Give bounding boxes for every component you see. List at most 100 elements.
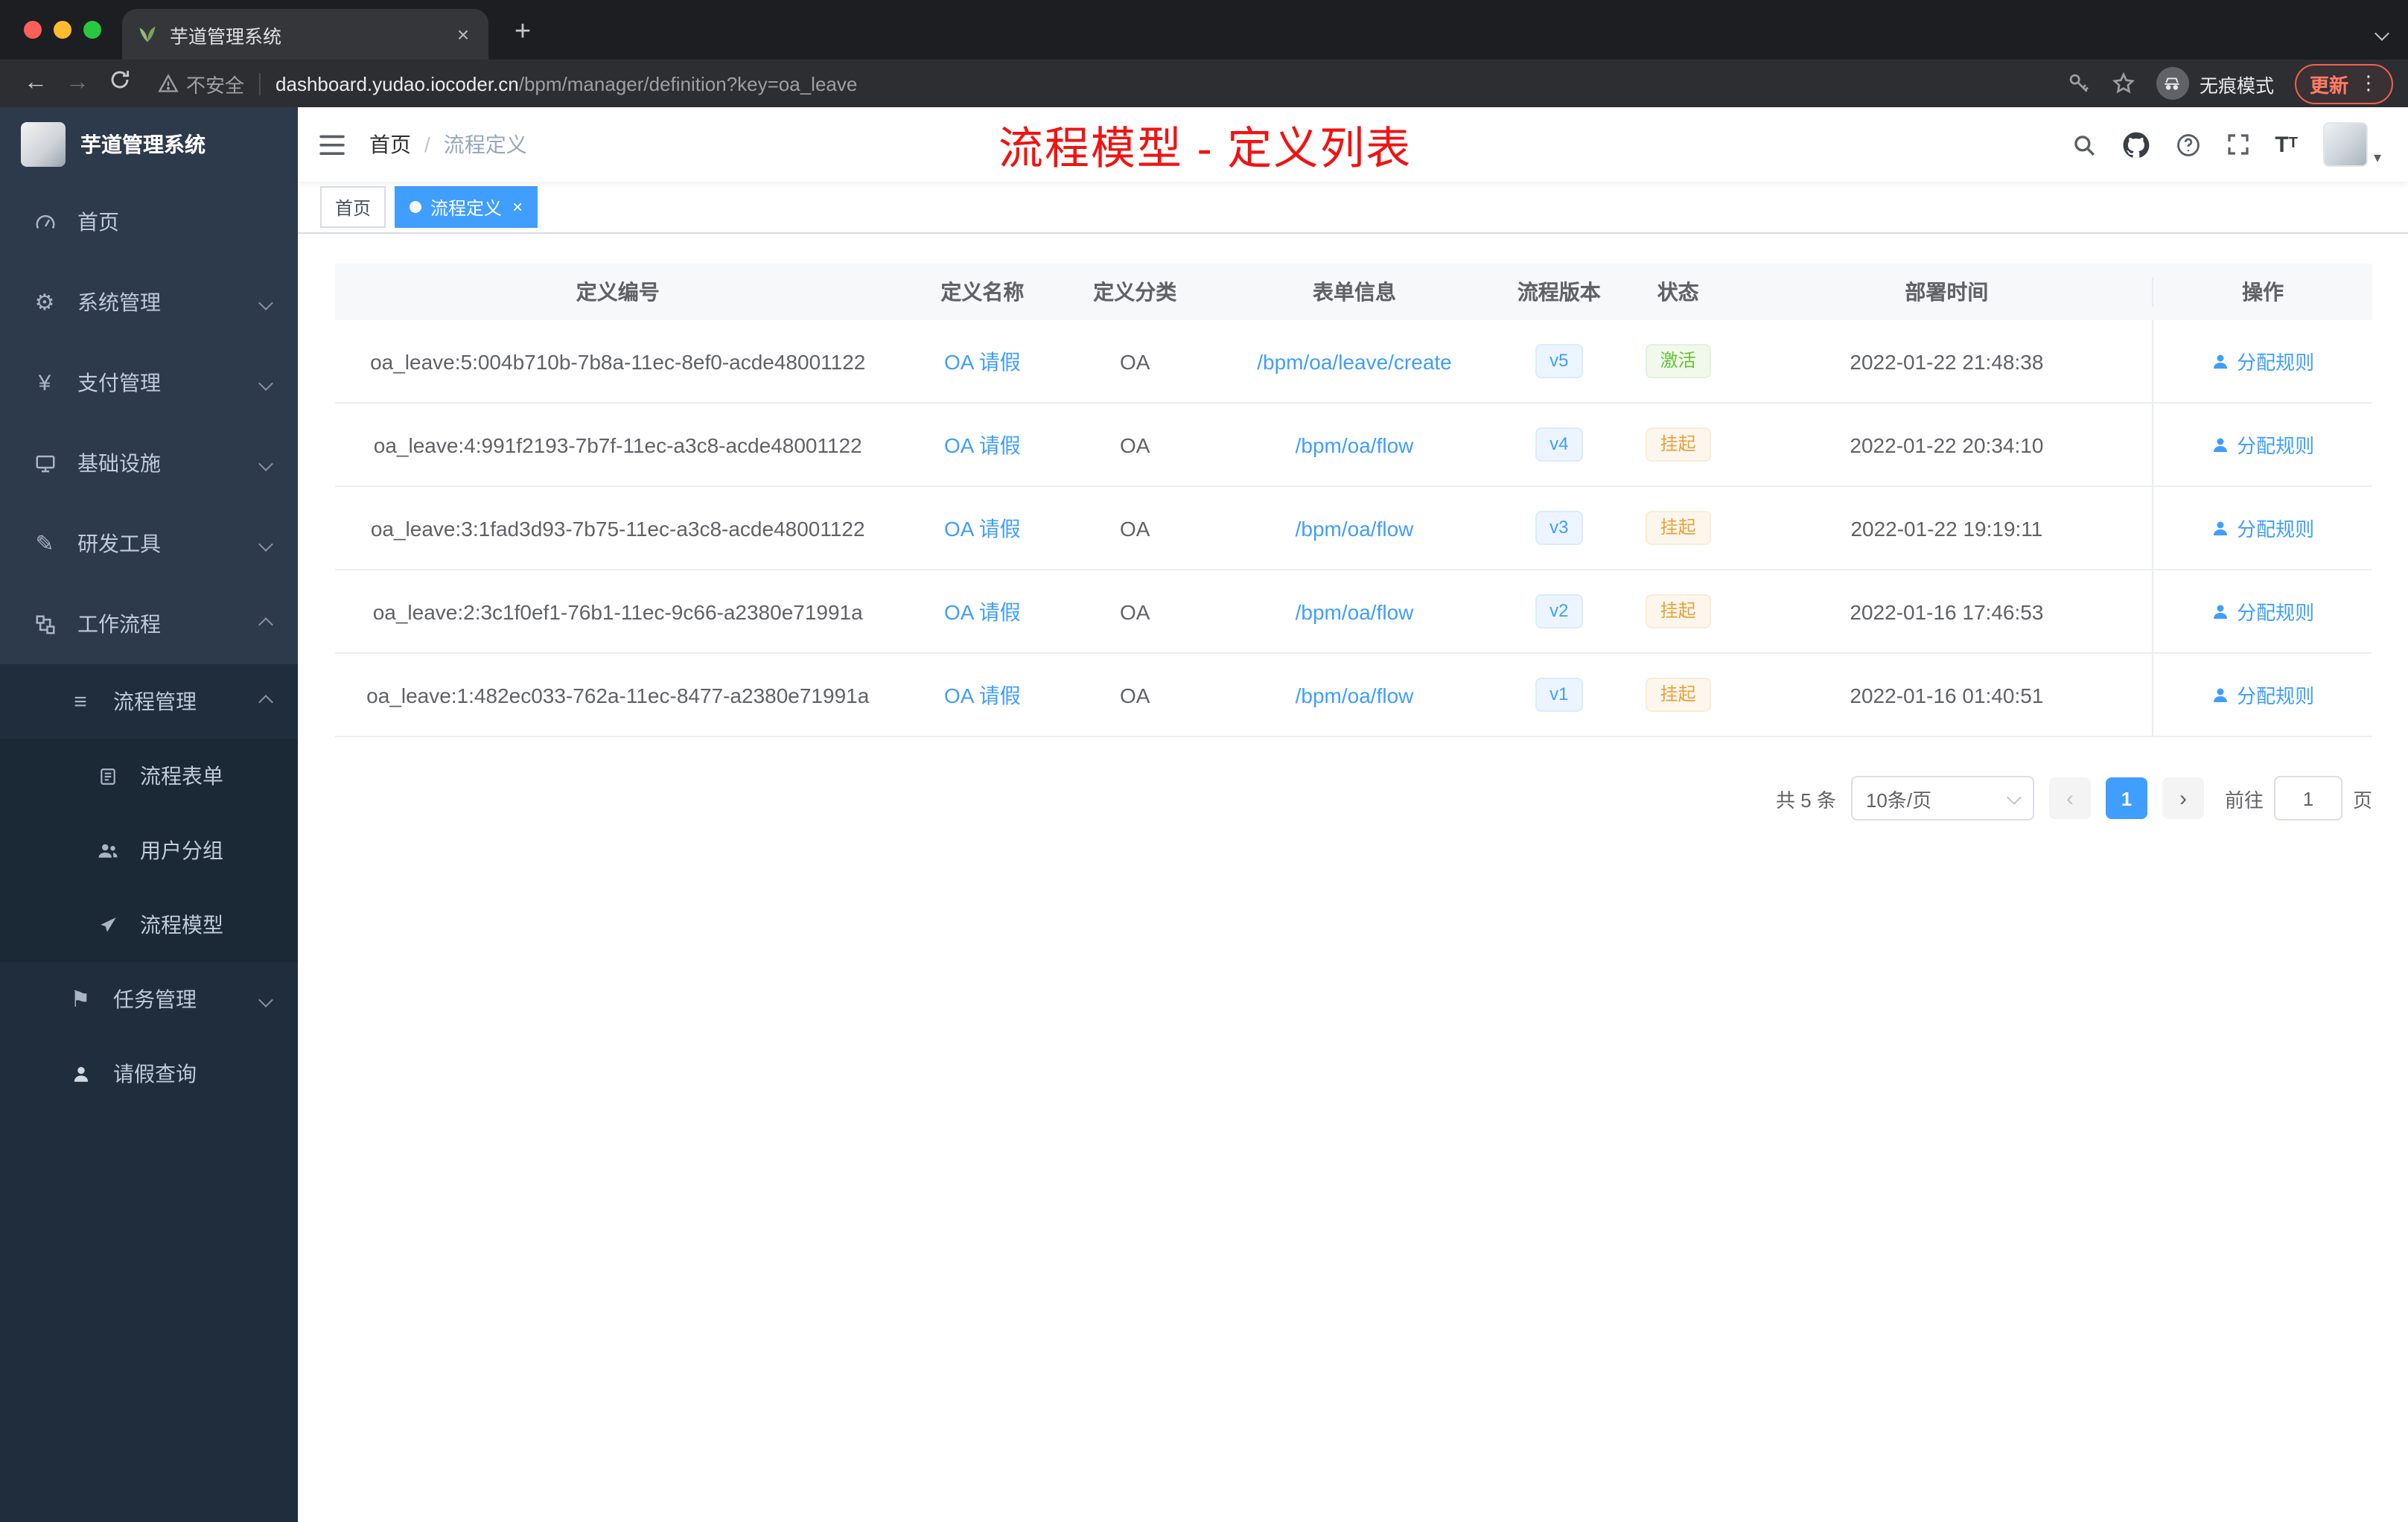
chevron-down-icon	[258, 992, 273, 1007]
caret-down-icon: ▾	[2373, 150, 2381, 167]
reload-icon[interactable]	[98, 69, 140, 98]
tab-title: 芋道管理系统	[170, 26, 282, 47]
browser-toolbar: ← → 不安全 dashboard.yudao.iocoder.cn/bpm/m…	[0, 60, 2408, 107]
close-window-button[interactable]	[24, 21, 42, 39]
form-link[interactable]: /bpm/oa/flow	[1296, 683, 1414, 707]
sidebar-item-task-management[interactable]: ⚑ 任务管理	[0, 962, 298, 1037]
table-row: oa_leave:4:991f2193-7b7f-11ec-a3c8-acde4…	[335, 404, 2372, 487]
security-label[interactable]: 不安全	[186, 69, 244, 98]
definition-name-link[interactable]: OA 请假	[944, 346, 1021, 376]
tag-home[interactable]: 首页	[320, 186, 386, 228]
breadcrumb-current: 流程定义	[443, 133, 527, 156]
status-badge: 挂起	[1645, 593, 1711, 629]
back-icon[interactable]: ←	[15, 70, 57, 97]
cell-definition-name: OA 请假	[900, 487, 1064, 569]
sidebar-item-leave-query[interactable]: 请假查询	[0, 1037, 298, 1111]
next-page-button[interactable]: ›	[2162, 777, 2204, 819]
breadcrumb-home[interactable]: 首页	[369, 130, 411, 159]
col-definition-name: 定义名称	[940, 280, 1025, 304]
assign-rule-link[interactable]: 分配规则	[2211, 597, 2314, 625]
col-status: 状态	[1657, 280, 1699, 304]
chevron-down-icon	[258, 375, 273, 390]
cell-definition-id: oa_leave:4:991f2193-7b7f-11ec-a3c8-acde4…	[373, 433, 862, 456]
definition-name-link[interactable]: OA 请假	[944, 596, 1021, 626]
sidebar-item-label: 研发工具	[77, 532, 161, 555]
font-size-icon[interactable]: TT	[2275, 133, 2298, 156]
form-link[interactable]: /bpm/oa/leave/create	[1257, 349, 1452, 373]
col-category: 定义分类	[1093, 280, 1177, 304]
sidebar-item-home[interactable]: 首页	[0, 182, 298, 262]
omnibox-divider	[259, 72, 261, 95]
page-size-value: 10条/页	[1865, 789, 1932, 811]
sidebar-item-workflow[interactable]: 工作流程	[0, 584, 298, 664]
tab-search-icon[interactable]	[2374, 26, 2389, 41]
password-key-icon[interactable]	[2067, 71, 2091, 95]
sidebar-item-process-form[interactable]: 流程表单	[0, 739, 298, 813]
table-row: oa_leave:1:482ec033-762a-11ec-8477-a2380…	[335, 654, 2372, 737]
table-row: oa_leave:3:1fad3d93-7b75-11ec-a3c8-acde4…	[335, 487, 2372, 570]
cell-form-info: /bpm/oa/flow	[1205, 570, 1503, 652]
sidebar-item-label: 请假查询	[113, 1062, 197, 1086]
sidebar-item-label: 任务管理	[113, 987, 197, 1011]
assign-rule-link[interactable]: 分配规则	[2211, 514, 2314, 542]
sidebar-item-infrastructure[interactable]: 基础设施	[0, 423, 298, 503]
chevron-down-icon	[258, 536, 273, 551]
paper-plane-icon	[92, 915, 122, 934]
pagination: 共 5 条 10条/页 ‹ 1 › 前往 页	[335, 776, 2372, 821]
help-icon[interactable]	[2175, 132, 2200, 157]
app-navbar: 首页 / 流程定义 流程模型 - 定义列表 T T ▾	[298, 107, 2408, 182]
search-icon[interactable]	[2071, 132, 2096, 157]
sidebar-item-dev-tools[interactable]: ✎ 研发工具	[0, 503, 298, 584]
form-link[interactable]: /bpm/oa/flow	[1296, 433, 1414, 456]
assign-rule-label: 分配规则	[2237, 602, 2315, 624]
prev-page-button[interactable]: ‹	[2048, 777, 2091, 819]
form-icon	[92, 766, 122, 786]
tag-close-icon[interactable]: ×	[512, 198, 523, 216]
cell-form-info: /bpm/oa/flow	[1205, 654, 1503, 736]
assign-rule-link[interactable]: 分配规则	[2211, 347, 2314, 375]
form-link[interactable]: /bpm/oa/flow	[1296, 516, 1414, 540]
minimize-window-button[interactable]	[54, 21, 71, 39]
new-tab-button[interactable]: +	[503, 16, 542, 49]
form-link[interactable]: /bpm/oa/flow	[1296, 599, 1414, 623]
hamburger-icon[interactable]	[298, 107, 366, 182]
sidebar-item-label: 工作流程	[77, 612, 161, 636]
sidebar-item-payment[interactable]: ¥ 支付管理	[0, 343, 298, 423]
cell-deploy-time: 2022-01-22 19:19:11	[1850, 516, 2043, 540]
page-number-1[interactable]: 1	[2105, 777, 2147, 819]
definition-name-link[interactable]: OA 请假	[944, 430, 1021, 459]
monitor-icon	[30, 452, 60, 474]
sidebar-item-user-group[interactable]: 用户分组	[0, 813, 298, 888]
assign-rule-link[interactable]: 分配规则	[2211, 430, 2314, 459]
chevron-up-icon	[258, 617, 273, 631]
tab-close-icon[interactable]: ×	[450, 21, 477, 48]
github-icon[interactable]	[2121, 130, 2150, 159]
sidebar-item-system[interactable]: ⚙ 系统管理	[0, 262, 298, 343]
sidebar-logo[interactable]: 芋道管理系统	[0, 107, 298, 182]
tag-process-definition[interactable]: 流程定义 ×	[395, 186, 538, 228]
logo-title: 芋道管理系统	[80, 133, 206, 156]
fullscreen-icon[interactable]	[2226, 133, 2249, 156]
sidebar-item-process-model[interactable]: 流程模型	[0, 888, 298, 962]
app-frame: 芋道管理系统 首页 ⚙ 系统管理 ¥ 支付管理 基础设施 ✎ 研发工具 工作流程…	[0, 107, 2408, 1522]
browser-tab[interactable]: 芋道管理系统 ×	[122, 9, 488, 60]
page-size-select[interactable]: 10条/页	[1850, 776, 2034, 821]
forward-icon[interactable]: →	[57, 70, 98, 97]
sidebar-item-label: 首页	[77, 210, 119, 234]
update-menu-button[interactable]: 更新 ⋮	[2294, 63, 2393, 104]
definition-name-link[interactable]: OA 请假	[944, 680, 1021, 710]
assign-rule-link[interactable]: 分配规则	[2211, 681, 2314, 709]
zoom-window-button[interactable]	[83, 21, 101, 39]
incognito-badge: 无痕模式	[2156, 67, 2274, 100]
sidebar-item-label: 用户分组	[140, 838, 223, 862]
goto-page-input[interactable]	[2273, 776, 2342, 821]
address-bar[interactable]: 不安全 dashboard.yudao.iocoder.cn/bpm/manag…	[158, 69, 2049, 98]
definition-name-link[interactable]: OA 请假	[944, 513, 1021, 543]
bookmark-star-icon[interactable]	[2112, 71, 2135, 95]
sidebar-item-process-management[interactable]: ≡ 流程管理	[0, 664, 298, 739]
version-badge: v4	[1535, 427, 1584, 462]
sidebar-item-label: 流程管理	[113, 690, 197, 713]
col-actions: 操作	[2152, 277, 2372, 307]
user-menu[interactable]: ▾	[2322, 122, 2381, 167]
cell-form-info: /bpm/oa/leave/create	[1205, 320, 1503, 402]
